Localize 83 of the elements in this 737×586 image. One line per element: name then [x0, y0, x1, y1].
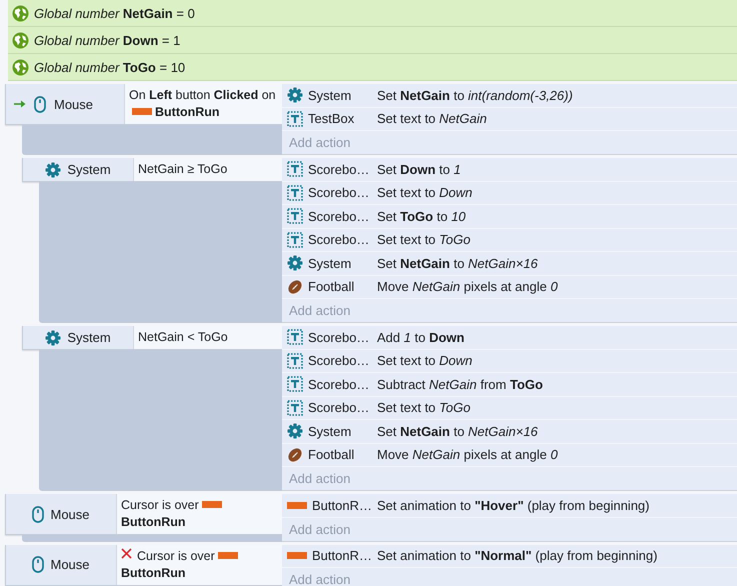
gear-icon — [287, 255, 303, 272]
object-name: System — [67, 162, 111, 177]
condition-text: Cursor is over — [121, 498, 199, 512]
object-name: Scorebo… — [308, 162, 370, 177]
gear-icon — [45, 162, 62, 178]
object-name: Football — [308, 279, 354, 294]
add-action-link[interactable]: Add action — [289, 471, 350, 486]
action-text: Set text to NetGain — [377, 111, 487, 126]
action-text: Add 1 to Down — [377, 330, 464, 345]
object-name: TestBox — [308, 111, 354, 126]
object-name: System — [308, 256, 352, 271]
action-text: Set text to ToGo — [377, 400, 470, 416]
object-name: Scorebo… — [308, 208, 370, 224]
action-text: Subtract NetGain from ToGo — [377, 376, 543, 392]
text-box-icon — [287, 110, 303, 127]
object-name: System — [308, 88, 352, 103]
action-text: Set animation to "Hover" (play from beginning) — [377, 498, 650, 513]
sprite-icon — [132, 108, 152, 115]
action-text: Set ToGo to 10 — [377, 208, 466, 224]
condition-text: Cursor is over — [137, 548, 215, 562]
football-icon — [287, 278, 303, 295]
object-name: Mouse — [54, 96, 94, 112]
object-name: ButtonRun — [121, 515, 186, 529]
object-name: ButtonR… — [312, 498, 372, 513]
text-box-icon — [287, 184, 303, 201]
football-icon — [287, 446, 303, 463]
text-box-icon — [287, 232, 303, 248]
gear-icon — [45, 330, 62, 346]
condition-text: NetGain ≥ ToGo — [138, 162, 228, 176]
object-name: ButtonR… — [312, 548, 372, 564]
object-name: System — [67, 330, 111, 345]
global-variable-text: Global number Down = 1 — [34, 32, 180, 48]
global-variable-text: Global number ToGo = 10 — [34, 60, 186, 74]
object-name: ButtonRun — [155, 105, 220, 119]
action-text: Set text to ToGo — [377, 232, 470, 248]
sprite-icon — [202, 501, 222, 508]
globe-icon — [12, 32, 29, 48]
action-text: Set Down to 1 — [377, 162, 461, 177]
add-action-link[interactable]: Add action — [289, 522, 350, 536]
text-box-icon — [287, 208, 303, 224]
condition-text: On Left button Clicked on — [129, 88, 276, 102]
mouse-icon — [34, 96, 46, 112]
object-name: Scorebo… — [308, 353, 370, 368]
text-box-icon — [287, 161, 303, 178]
object-name: Scorebo… — [308, 185, 370, 200]
action-text: Set text to Down — [377, 353, 472, 368]
object-name: Scorebo… — [308, 376, 370, 392]
object-name: Mouse — [50, 506, 90, 522]
gear-icon — [287, 423, 303, 440]
globe-icon — [12, 4, 29, 22]
action-text: Set text to Down — [377, 185, 472, 200]
global-variable-row[interactable]: Global number Down = 1 — [8, 27, 737, 54]
object-name: ButtonRun — [121, 566, 186, 580]
sprite-icon — [218, 552, 238, 558]
global-variable-text: Global number NetGain = 0 — [34, 6, 195, 20]
globe-icon — [12, 58, 29, 76]
add-action-link[interactable]: Add action — [289, 572, 350, 586]
mouse-icon — [32, 556, 44, 573]
action-text: Set NetGain to int(random(-3,26)) — [377, 88, 573, 103]
text-box-icon — [287, 329, 303, 346]
action-text: Set NetGain to NetGain×16 — [377, 256, 538, 271]
object-name: System — [308, 424, 352, 439]
global-variable-row[interactable]: Global number ToGo = 10 — [8, 54, 737, 81]
text-box-icon — [287, 400, 303, 416]
action-text: Set NetGain to NetGain×16 — [377, 424, 538, 439]
object-name: Scorebo… — [308, 330, 370, 345]
action-text: Set animation to "Normal" (play from beginning) — [377, 548, 658, 564]
text-box-icon — [287, 352, 303, 369]
sprite-icon — [287, 552, 307, 560]
text-box-icon — [287, 376, 303, 392]
condition-text: NetGain < ToGo — [138, 330, 228, 344]
object-name: Scorebo… — [308, 232, 370, 248]
action-text: Move NetGain pixels at angle 0 — [377, 447, 558, 462]
object-name: Mouse — [50, 557, 90, 572]
gear-icon — [287, 87, 303, 104]
add-action-link[interactable]: Add action — [289, 303, 350, 318]
mouse-icon — [32, 506, 44, 522]
add-action-link[interactable]: Add action — [289, 135, 350, 150]
sprite-icon — [287, 502, 307, 509]
global-variable-row[interactable]: Global number NetGain = 0 — [8, 0, 737, 27]
object-name: Football — [308, 447, 354, 462]
action-text: Move NetGain pixels at angle 0 — [377, 279, 558, 294]
object-name: Scorebo… — [308, 400, 370, 416]
